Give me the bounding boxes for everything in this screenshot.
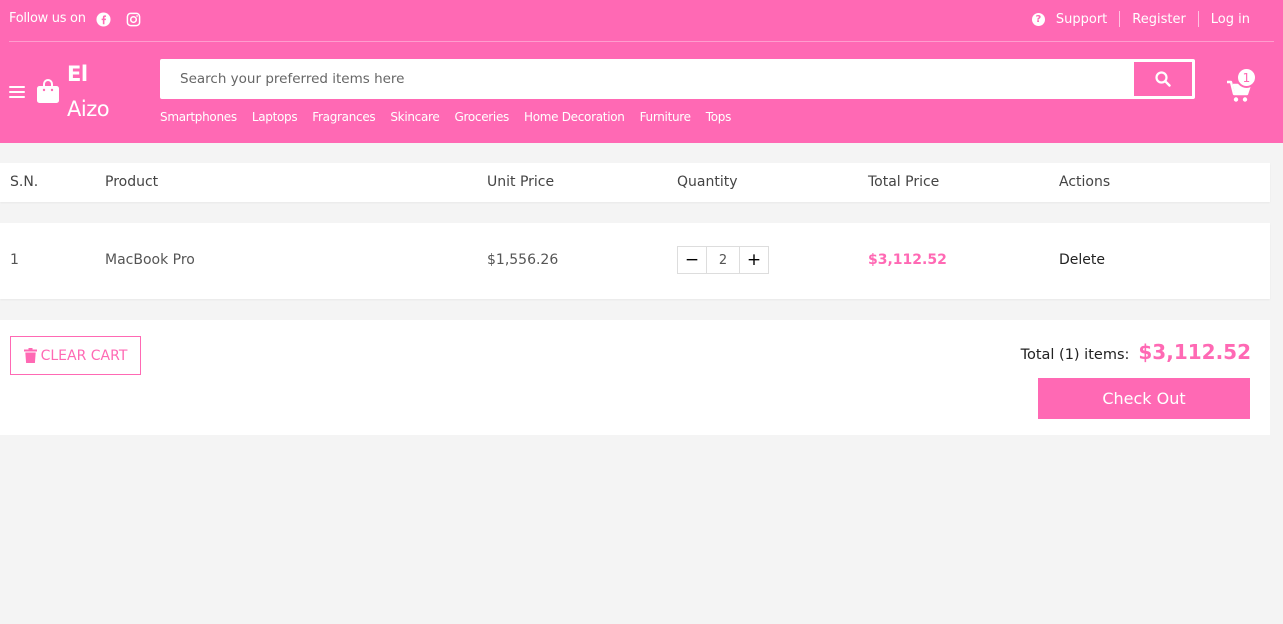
header-actions: Actions (1059, 174, 1111, 190)
brand-logo[interactable]: El Aizo (67, 57, 110, 127)
table-row: 1 MacBook Pro $1,556.26 − 2 + $3,112.52 … (0, 223, 1270, 299)
cart-count-badge: 1 (1236, 67, 1257, 88)
header-unit-price: Unit Price (487, 174, 555, 190)
search-input[interactable] (160, 59, 1130, 99)
menu-icon[interactable] (9, 86, 25, 100)
category-home-decoration[interactable]: Home Decoration (524, 110, 625, 124)
row-unit-price: $1,556.26 (487, 252, 559, 268)
top-bar: Follow us on ? Support Register Log in (9, 0, 1274, 42)
category-smartphones[interactable]: Smartphones (160, 110, 237, 124)
checkout-button[interactable]: Check Out (1038, 378, 1250, 419)
support-link[interactable]: Support (1056, 12, 1107, 27)
quantity-value[interactable]: 2 (706, 247, 740, 273)
total-amount: $3,112.52 (1138, 340, 1251, 364)
trash-icon (23, 348, 37, 363)
instagram-icon[interactable] (126, 12, 141, 27)
help-icon: ? (1031, 12, 1045, 26)
category-nav: Smartphones Laptops Fragrances Skincare … (160, 110, 746, 124)
site-header: Follow us on ? Support Register Log in E… (0, 0, 1283, 143)
header-quantity: Quantity (677, 174, 738, 190)
header-product: Product (105, 174, 159, 190)
category-fragrances[interactable]: Fragrances (312, 110, 375, 124)
row-product: MacBook Pro (105, 252, 195, 268)
total-label: Total (1) items: (1020, 347, 1130, 363)
category-tops[interactable]: Tops (706, 110, 732, 124)
header-sn: S.N. (10, 174, 39, 190)
row-total-price: $3,112.52 (868, 252, 947, 268)
top-links: ? Support Register Log in (1031, 11, 1250, 27)
search-bar (160, 59, 1195, 99)
cart-table-header: S.N. Product Unit Price Quantity Total P… (0, 163, 1270, 202)
header-total-price: Total Price (868, 174, 940, 190)
category-laptops[interactable]: Laptops (252, 110, 298, 124)
shopping-bag-icon (37, 79, 59, 103)
search-button[interactable] (1134, 62, 1192, 96)
category-groceries[interactable]: Groceries (454, 110, 509, 124)
divider (1119, 11, 1121, 27)
cart-summary: CLEAR CART Total (1) items: $3,112.52 Ch… (0, 320, 1270, 435)
divider (1197, 11, 1199, 27)
total-line: Total (1) items: $3,112.52 (1021, 340, 1251, 364)
row-sn: 1 (10, 252, 19, 268)
decrement-button[interactable]: − (678, 247, 706, 273)
register-link[interactable]: Register (1132, 12, 1186, 27)
brand-line1: El (67, 62, 88, 86)
follow-text: Follow us on (9, 11, 86, 26)
category-furniture[interactable]: Furniture (640, 110, 691, 124)
increment-button[interactable]: + (740, 247, 768, 273)
facebook-icon[interactable] (96, 12, 111, 27)
clear-cart-label: CLEAR CART (40, 347, 128, 364)
category-skincare[interactable]: Skincare (390, 110, 439, 124)
search-icon (1155, 71, 1171, 87)
login-link[interactable]: Log in (1211, 12, 1250, 27)
brand-line2: Aizo (67, 97, 110, 121)
clear-cart-button[interactable]: CLEAR CART (10, 336, 141, 375)
delete-button[interactable]: Delete (1059, 252, 1105, 268)
quantity-stepper: − 2 + (677, 246, 769, 274)
